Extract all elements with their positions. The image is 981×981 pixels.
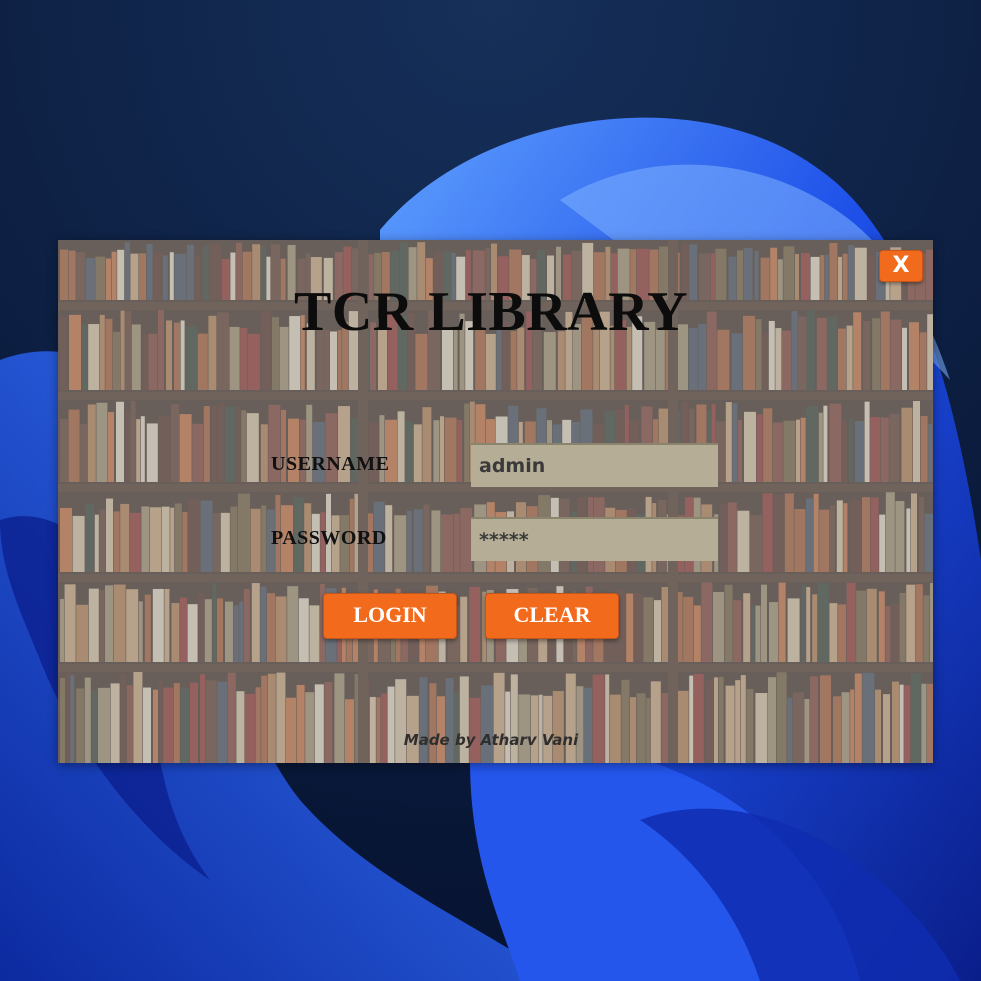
login-window: X TCR LIBRARY USERNAME PASSWORD LOGIN CL… bbox=[58, 240, 933, 763]
login-button[interactable]: LOGIN bbox=[323, 593, 457, 639]
password-input[interactable] bbox=[471, 517, 718, 561]
close-button[interactable]: X bbox=[879, 250, 923, 282]
username-input[interactable] bbox=[471, 443, 718, 487]
password-label: PASSWORD bbox=[271, 527, 387, 549]
app-title: TCR LIBRARY bbox=[293, 281, 689, 343]
clear-button[interactable]: CLEAR bbox=[485, 593, 619, 639]
username-label: USERNAME bbox=[271, 453, 390, 475]
credit-text: Made by Atharv Vani bbox=[403, 731, 579, 749]
